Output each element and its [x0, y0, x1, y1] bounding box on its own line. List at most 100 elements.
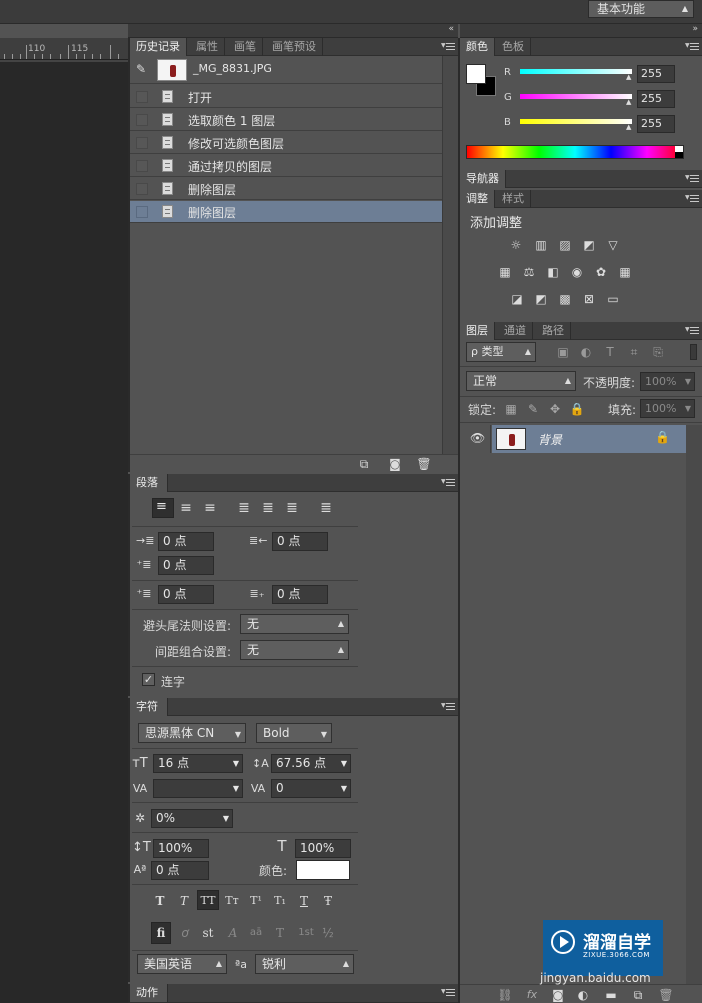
ornaments-button[interactable]: T [272, 925, 288, 941]
new-group-icon[interactable]: ▬ [603, 987, 619, 1003]
visibility-toggle[interactable]: 👁 [461, 425, 491, 453]
swash-button[interactable]: A [225, 925, 241, 941]
channel-r-value[interactable]: 255 [637, 65, 675, 83]
antialias-select[interactable]: 锐利 ▲ [255, 954, 354, 974]
slider-thumb-icon[interactable]: ▲ [626, 123, 631, 131]
kinsoku-select[interactable]: 无 ▲ [240, 614, 349, 634]
chevron-down-icon[interactable]: ▼ [233, 755, 239, 772]
kerning-field[interactable]: ▼ [153, 779, 243, 798]
tsume-field[interactable]: 0% ▼ [151, 809, 233, 828]
language-select[interactable]: 美国英语 ▲ [137, 954, 227, 974]
superscript-button[interactable]: T¹ [248, 893, 264, 909]
filter-type-icon[interactable]: T [602, 345, 618, 359]
history-state[interactable]: 通过拷贝的图层 [130, 155, 442, 177]
threshold-icon[interactable]: ▩ [557, 292, 573, 306]
indent-first-line-field[interactable]: 0 点 [158, 556, 214, 575]
chevron-down-icon[interactable]: ▼ [685, 373, 691, 390]
expand-icon[interactable]: » [692, 24, 698, 34]
font-style-select[interactable]: Bold ▼ [256, 723, 332, 743]
mojikumi-select[interactable]: 无 ▲ [240, 640, 349, 660]
history-state[interactable]: 删除图层 [130, 178, 442, 200]
channel-g-value[interactable]: 255 [637, 90, 675, 108]
filter-adjustment-icon[interactable]: ◐ [578, 345, 594, 359]
history-source-checkbox[interactable] [136, 137, 148, 149]
camera-icon[interactable]: ◙ [387, 456, 403, 472]
invert-icon[interactable]: ◪ [509, 292, 525, 306]
tab-adjustments[interactable]: 调整 [460, 190, 495, 208]
fill-field[interactable]: 100% ▼ [640, 399, 695, 418]
align-left-button[interactable]: ≡ [152, 498, 174, 518]
titling-alternates-button[interactable]: aā [248, 925, 264, 941]
blend-mode-select[interactable]: 正常 ▲ [466, 371, 576, 391]
align-right-button[interactable]: ≡ [202, 500, 218, 516]
stylistic-alternates-button[interactable]: st [200, 925, 216, 941]
channel-mixer-icon[interactable]: ✿ [593, 265, 609, 279]
chevron-down-icon[interactable]: ▼ [685, 400, 691, 417]
chevron-down-icon[interactable]: ▼ [233, 780, 239, 797]
add-mask-icon[interactable]: ◙ [550, 987, 566, 1003]
history-source-checkbox[interactable] [136, 183, 148, 195]
align-center-button[interactable]: ≡ [178, 500, 194, 516]
indent-left-field[interactable]: 0 点 [158, 532, 214, 551]
new-document-from-state-icon[interactable]: ⧉ [356, 456, 372, 472]
levels-icon[interactable]: ▥ [533, 238, 549, 252]
justify-last-right-button[interactable]: ≣ [284, 500, 300, 516]
foreground-color-swatch[interactable] [466, 64, 486, 84]
fractions-button[interactable]: ½ [320, 925, 336, 941]
chevron-down-icon[interactable]: ▼ [341, 780, 347, 797]
collapse-icon[interactable]: « [448, 24, 454, 34]
font-size-field[interactable]: 16 点 ▼ [153, 754, 243, 773]
tab-paragraph[interactable]: 段落 [130, 474, 168, 492]
tab-channels[interactable]: 通道 [498, 322, 533, 340]
layer-filter-kind-select[interactable]: ρ 类型 ▲ [466, 342, 536, 362]
lock-position-icon[interactable]: ✥ [547, 402, 563, 416]
history-state[interactable]: 修改可选颜色图层 [130, 132, 442, 154]
black-white-icon[interactable]: ◧ [545, 265, 561, 279]
tab-brush[interactable]: 画笔 [228, 38, 263, 56]
selective-color-icon[interactable]: ⊠ [581, 292, 597, 306]
tab-paths[interactable]: 路径 [536, 322, 571, 340]
panel-menu-icon[interactable]: ▼ [685, 175, 699, 183]
filter-toggle[interactable] [690, 344, 697, 360]
text-color-swatch[interactable] [296, 860, 350, 880]
panel-menu-icon[interactable]: ▼ [685, 327, 699, 335]
tab-history[interactable]: 历史记录 [130, 38, 187, 56]
history-source-checkbox[interactable] [136, 206, 148, 218]
discretionary-ligatures-button[interactable]: ơ [177, 925, 193, 941]
tab-color[interactable]: 颜色 [460, 38, 495, 56]
opacity-field[interactable]: 100% ▼ [640, 372, 695, 391]
panel-menu-icon[interactable]: ▼ [685, 43, 699, 51]
small-caps-button[interactable]: Tт [224, 893, 240, 909]
color-balance-icon[interactable]: ⚖ [521, 265, 537, 279]
tab-actions[interactable]: 动作 [130, 984, 168, 1002]
layer-row-background[interactable]: 背景 🔒 [492, 425, 686, 453]
subscript-button[interactable]: T₁ [272, 893, 288, 909]
leading-field[interactable]: 67.56 点 ▼ [271, 754, 351, 773]
tab-layers[interactable]: 图层 [460, 322, 495, 340]
color-lookup-icon[interactable]: ▦ [617, 265, 633, 279]
trash-icon[interactable]: 🗑 [416, 456, 432, 472]
history-scrollbar[interactable] [442, 56, 458, 454]
channel-b-slider[interactable] [520, 119, 632, 124]
ordinals-button[interactable]: 1st [296, 925, 316, 941]
vibrance-icon[interactable]: ▽ [605, 238, 621, 252]
history-source-checkbox[interactable] [136, 114, 148, 126]
history-source-checkbox[interactable] [136, 91, 148, 103]
tab-swatches[interactable]: 色板 [496, 38, 531, 56]
vertical-scale-field[interactable]: 100% [153, 839, 209, 858]
font-family-select[interactable]: 思源黑体 CN ▼ [138, 723, 246, 743]
channel-r-slider[interactable] [520, 69, 632, 74]
tab-styles[interactable]: 样式 [496, 190, 531, 208]
indent-right-field[interactable]: 0 点 [272, 532, 328, 551]
slider-thumb-icon[interactable]: ▲ [626, 98, 631, 106]
new-adjustment-layer-icon[interactable]: ◐ [575, 987, 591, 1003]
brightness-contrast-icon[interactable]: ☼ [508, 238, 524, 252]
history-brush-source-icon[interactable]: ✎ [136, 62, 146, 76]
lock-image-icon[interactable]: ✎ [525, 402, 541, 416]
filter-smart-object-icon[interactable]: ⎘ [650, 345, 666, 359]
justify-all-button[interactable]: ≣ [318, 500, 334, 516]
gradient-map-icon[interactable]: ▭ [605, 292, 621, 306]
slider-thumb-icon[interactable]: ▲ [626, 73, 631, 81]
history-state[interactable]: 选取颜色 1 图层 [130, 109, 442, 131]
panel-menu-icon[interactable]: ▼ [441, 43, 455, 51]
